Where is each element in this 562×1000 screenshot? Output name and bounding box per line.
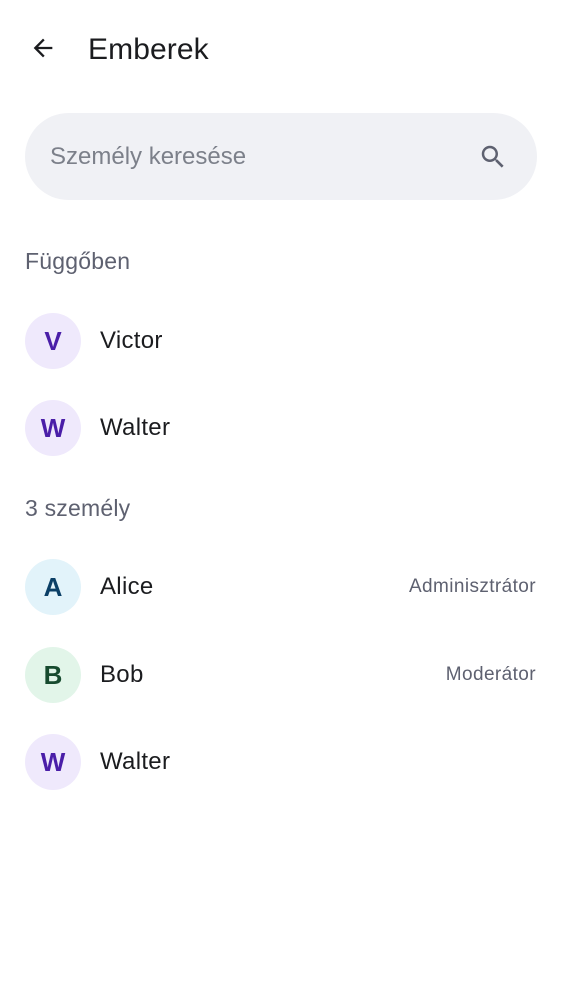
member-row[interactable]: V Victor	[0, 299, 562, 383]
member-name: Bob	[100, 661, 144, 688]
member-role: Adminisztrátor	[408, 576, 536, 597]
avatar: A	[25, 559, 81, 615]
avatar: W	[25, 400, 81, 456]
section-header-pending: Függőben	[25, 248, 131, 274]
member-name: Victor	[100, 327, 163, 354]
top-app-bar: Emberek	[0, 0, 562, 100]
member-name: Walter	[100, 748, 171, 775]
search-icon[interactable]	[477, 141, 509, 173]
member-row[interactable]: W Walter	[0, 386, 562, 470]
member-row[interactable]: A Alice Adminisztrátor	[0, 545, 562, 629]
member-name: Alice	[100, 573, 154, 600]
member-row[interactable]: W Walter	[0, 720, 562, 804]
member-name: Walter	[100, 414, 171, 441]
arrow-left-icon	[29, 34, 57, 67]
search-input[interactable]	[50, 142, 477, 171]
member-row[interactable]: B Bob Moderátor	[0, 633, 562, 717]
avatar: V	[25, 313, 81, 369]
avatar: W	[25, 734, 81, 790]
section-header-members: 3 személy	[25, 495, 131, 521]
search-bar[interactable]	[25, 113, 537, 200]
page-title: Emberek	[88, 33, 209, 66]
back-button[interactable]	[20, 27, 66, 73]
avatar: B	[25, 647, 81, 703]
member-role: Moderátor	[445, 664, 536, 685]
